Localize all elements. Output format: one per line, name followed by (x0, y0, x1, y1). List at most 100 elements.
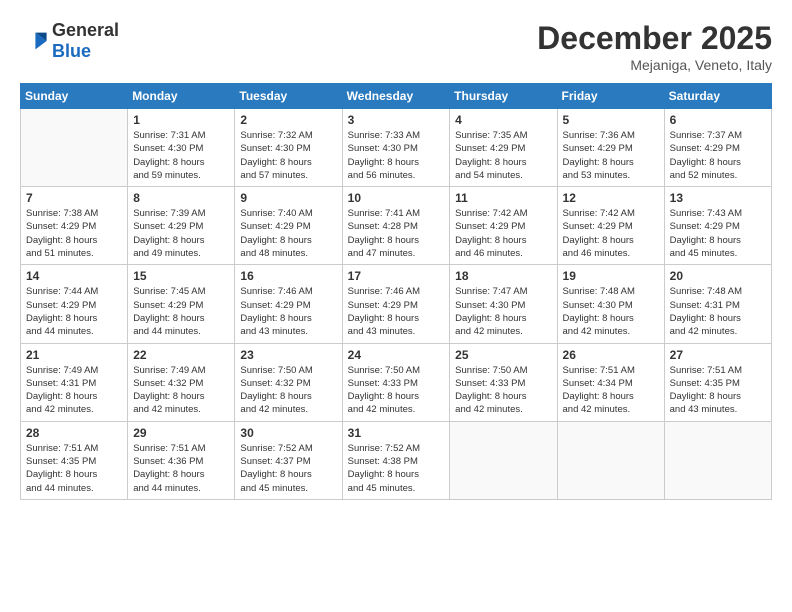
day-number: 26 (563, 348, 659, 362)
day-number: 8 (133, 191, 229, 205)
day-info: Sunrise: 7:50 AMSunset: 4:32 PMDaylight:… (240, 364, 336, 417)
day-info: Sunrise: 7:51 AMSunset: 4:34 PMDaylight:… (563, 364, 659, 417)
calendar-cell: 4 Sunrise: 7:35 AMSunset: 4:29 PMDaylight… (450, 109, 557, 187)
day-number: 17 (348, 269, 445, 283)
calendar-cell: 11Sunrise: 7:42 AMSunset: 4:29 PMDayligh… (450, 187, 557, 265)
logo-text-blue: Blue (52, 41, 91, 61)
day-info: Sunrise: 7:36 AMSunset: 4:29 PMDaylight:… (563, 129, 659, 182)
calendar-cell: 27 Sunrise: 7:51 AMSunset: 4:35 PMDayligh… (664, 343, 771, 421)
calendar-week-2: 7Sunrise: 7:38 AMSunset: 4:29 PMDaylight… (21, 187, 772, 265)
day-number: 25 (455, 348, 551, 362)
calendar-cell (21, 109, 128, 187)
day-number: 22 (133, 348, 229, 362)
day-info: Sunrise: 7:52 AMSunset: 4:37 PMDaylight:… (240, 442, 336, 495)
day-info: Sunrise: 7:42 AMSunset: 4:29 PMDaylight:… (455, 207, 551, 260)
calendar-cell (557, 421, 664, 499)
calendar-cell: 17 Sunrise: 7:46 AMSunset: 4:29 PMDayligh… (342, 265, 450, 343)
weekday-header-row: SundayMondayTuesdayWednesdayThursdayFrid… (21, 84, 772, 109)
day-number: 3 (348, 113, 445, 127)
day-number: 14 (26, 269, 122, 283)
calendar-cell: 24 Sunrise: 7:50 AMSunset: 4:33 PMDayligh… (342, 343, 450, 421)
calendar-week-3: 14 Sunrise: 7:44 AMSunset: 4:29 PMDayligh… (21, 265, 772, 343)
calendar-cell: 16Sunrise: 7:46 AMSunset: 4:29 PMDayligh… (235, 265, 342, 343)
day-number: 21 (26, 348, 122, 362)
calendar-cell: 22 Sunrise: 7:49 AMSunset: 4:32 PMDayligh… (128, 343, 235, 421)
day-info: Sunrise: 7:48 AMSunset: 4:30 PMDaylight:… (563, 285, 659, 338)
calendar-cell: 23 Sunrise: 7:50 AMSunset: 4:32 PMDayligh… (235, 343, 342, 421)
calendar-cell: 19 Sunrise: 7:48 AMSunset: 4:30 PMDayligh… (557, 265, 664, 343)
calendar-cell: 9 Sunrise: 7:40 AMSunset: 4:29 PMDaylight… (235, 187, 342, 265)
day-info: Sunrise: 7:49 AMSunset: 4:31 PMDaylight:… (26, 364, 122, 417)
day-number: 6 (670, 113, 766, 127)
calendar-cell: 2 Sunrise: 7:32 AMSunset: 4:30 PMDaylight… (235, 109, 342, 187)
day-info: Sunrise: 7:46 AMSunset: 4:29 PMDaylight:… (348, 285, 445, 338)
day-info: Sunrise: 7:51 AMSunset: 4:35 PMDaylight:… (670, 364, 766, 417)
weekday-header-wednesday: Wednesday (342, 84, 450, 109)
day-info: Sunrise: 7:43 AMSunset: 4:29 PMDaylight:… (670, 207, 766, 260)
day-info: Sunrise: 7:50 AMSunset: 4:33 PMDaylight:… (455, 364, 551, 417)
page-header: General Blue December 2025 Mejaniga, Ven… (20, 20, 772, 73)
calendar-week-4: 21 Sunrise: 7:49 AMSunset: 4:31 PMDayligh… (21, 343, 772, 421)
day-number: 31 (348, 426, 445, 440)
calendar-cell: 26 Sunrise: 7:51 AMSunset: 4:34 PMDayligh… (557, 343, 664, 421)
calendar-cell: 31Sunrise: 7:52 AMSunset: 4:38 PMDayligh… (342, 421, 450, 499)
day-info: Sunrise: 7:40 AMSunset: 4:29 PMDaylight:… (240, 207, 336, 260)
day-number: 5 (563, 113, 659, 127)
day-info: Sunrise: 7:51 AMSunset: 4:36 PMDaylight:… (133, 442, 229, 495)
day-number: 27 (670, 348, 766, 362)
calendar-cell: 12Sunrise: 7:42 AMSunset: 4:29 PMDayligh… (557, 187, 664, 265)
day-number: 28 (26, 426, 122, 440)
calendar-cell: 7Sunrise: 7:38 AMSunset: 4:29 PMDaylight… (21, 187, 128, 265)
calendar-cell: 30 Sunrise: 7:52 AMSunset: 4:37 PMDayligh… (235, 421, 342, 499)
calendar-table: SundayMondayTuesdayWednesdayThursdayFrid… (20, 83, 772, 500)
calendar-cell: 28 Sunrise: 7:51 AMSunset: 4:35 PMDayligh… (21, 421, 128, 499)
day-info: Sunrise: 7:37 AMSunset: 4:29 PMDaylight:… (670, 129, 766, 182)
day-number: 18 (455, 269, 551, 283)
day-info: Sunrise: 7:44 AMSunset: 4:29 PMDaylight:… (26, 285, 122, 338)
weekday-header-tuesday: Tuesday (235, 84, 342, 109)
calendar-cell: 3 Sunrise: 7:33 AMSunset: 4:30 PMDaylight… (342, 109, 450, 187)
day-number: 2 (240, 113, 336, 127)
logo-text-general: General (52, 20, 119, 40)
day-info: Sunrise: 7:51 AMSunset: 4:35 PMDaylight:… (26, 442, 122, 495)
weekday-header-thursday: Thursday (450, 84, 557, 109)
day-info: Sunrise: 7:45 AMSunset: 4:29 PMDaylight:… (133, 285, 229, 338)
calendar-cell: 5 Sunrise: 7:36 AMSunset: 4:29 PMDaylight… (557, 109, 664, 187)
day-info: Sunrise: 7:32 AMSunset: 4:30 PMDaylight:… (240, 129, 336, 182)
day-number: 9 (240, 191, 336, 205)
day-info: Sunrise: 7:41 AMSunset: 4:28 PMDaylight:… (348, 207, 445, 260)
day-number: 30 (240, 426, 336, 440)
day-info: Sunrise: 7:49 AMSunset: 4:32 PMDaylight:… (133, 364, 229, 417)
weekday-header-monday: Monday (128, 84, 235, 109)
location-subtitle: Mejaniga, Veneto, Italy (537, 57, 772, 73)
day-info: Sunrise: 7:50 AMSunset: 4:33 PMDaylight:… (348, 364, 445, 417)
day-number: 24 (348, 348, 445, 362)
calendar-cell (450, 421, 557, 499)
calendar-cell: 13Sunrise: 7:43 AMSunset: 4:29 PMDayligh… (664, 187, 771, 265)
day-info: Sunrise: 7:33 AMSunset: 4:30 PMDaylight:… (348, 129, 445, 182)
weekday-header-sunday: Sunday (21, 84, 128, 109)
calendar-cell: 15 Sunrise: 7:45 AMSunset: 4:29 PMDayligh… (128, 265, 235, 343)
day-info: Sunrise: 7:35 AMSunset: 4:29 PMDaylight:… (455, 129, 551, 182)
day-number: 19 (563, 269, 659, 283)
day-number: 20 (670, 269, 766, 283)
calendar-cell: 1Sunrise: 7:31 AMSunset: 4:30 PMDaylight… (128, 109, 235, 187)
calendar-cell: 10Sunrise: 7:41 AMSunset: 4:28 PMDayligh… (342, 187, 450, 265)
day-number: 29 (133, 426, 229, 440)
day-info: Sunrise: 7:46 AMSunset: 4:29 PMDaylight:… (240, 285, 336, 338)
day-number: 23 (240, 348, 336, 362)
calendar-cell: 29 Sunrise: 7:51 AMSunset: 4:36 PMDayligh… (128, 421, 235, 499)
calendar-cell (664, 421, 771, 499)
calendar-cell: 14 Sunrise: 7:44 AMSunset: 4:29 PMDayligh… (21, 265, 128, 343)
day-number: 1 (133, 113, 229, 127)
day-number: 15 (133, 269, 229, 283)
calendar-cell: 8 Sunrise: 7:39 AMSunset: 4:29 PMDaylight… (128, 187, 235, 265)
calendar-cell: 20Sunrise: 7:48 AMSunset: 4:31 PMDayligh… (664, 265, 771, 343)
weekday-header-friday: Friday (557, 84, 664, 109)
calendar-cell: 18Sunrise: 7:47 AMSunset: 4:30 PMDayligh… (450, 265, 557, 343)
calendar-week-5: 28 Sunrise: 7:51 AMSunset: 4:35 PMDayligh… (21, 421, 772, 499)
weekday-header-saturday: Saturday (664, 84, 771, 109)
day-number: 4 (455, 113, 551, 127)
day-info: Sunrise: 7:39 AMSunset: 4:29 PMDaylight:… (133, 207, 229, 260)
day-number: 12 (563, 191, 659, 205)
